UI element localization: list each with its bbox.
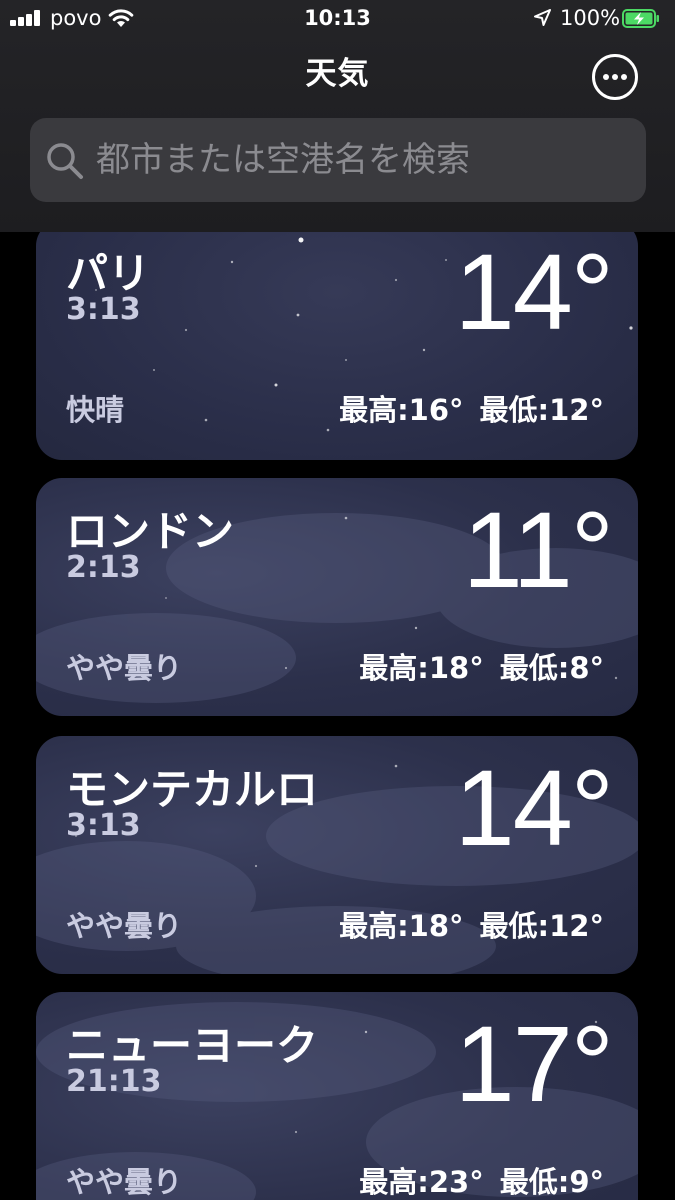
- low-temperature: 最低:12°: [479, 909, 604, 943]
- weather-condition: 快晴: [66, 393, 125, 427]
- high-low-temperature: 最高:18° 最低:12°: [339, 906, 604, 946]
- battery-charging-icon: [622, 9, 659, 28]
- magnifier-icon: [47, 143, 83, 179]
- city-card-monte-carlo[interactable]: モンテカルロ 3:13 14° やや曇り 最高:18° 最低:12°: [36, 736, 638, 974]
- current-temperature: 14°: [454, 231, 614, 352]
- current-temperature: 14°: [454, 747, 614, 868]
- ellipsis-circle-icon: [603, 74, 609, 80]
- current-temperature: 11°: [462, 489, 614, 610]
- high-temperature: 最高:16°: [339, 393, 464, 427]
- low-temperature: 最低:9°: [499, 1165, 604, 1199]
- low-temperature: 最低:8°: [499, 651, 604, 685]
- city-card-london[interactable]: ロンドン 2:13 11° やや曇り 最高:18° 最低:8°: [36, 478, 638, 716]
- header: povo 10:13 100% 天気: [0, 0, 675, 232]
- city-local-time: 3:13: [66, 292, 141, 327]
- more-options-button[interactable]: [592, 54, 638, 100]
- high-low-temperature: 最高:18° 最低:8°: [359, 648, 604, 688]
- city-local-time: 21:13: [66, 1064, 162, 1099]
- ellipsis-dot: [621, 74, 627, 80]
- city-local-time: 3:13: [66, 808, 141, 843]
- high-low-temperature: 最高:23° 最低:9°: [359, 1162, 604, 1200]
- current-temperature: 17°: [454, 1003, 614, 1124]
- low-temperature: 最低:12°: [479, 393, 604, 427]
- status-bar: povo 10:13 100%: [0, 0, 675, 38]
- search-bar[interactable]: [30, 118, 646, 202]
- high-temperature: 最高:23°: [359, 1165, 484, 1199]
- battery-percentage: 100%: [560, 6, 621, 30]
- high-temperature: 最高:18°: [359, 651, 484, 685]
- city-card-new-york[interactable]: ニューヨーク 21:13 17° やや曇り 最高:23° 最低:9°: [36, 992, 638, 1200]
- weather-condition: やや曇り: [66, 909, 183, 943]
- location-arrow-icon: [534, 9, 551, 26]
- weather-condition: やや曇り: [66, 1165, 183, 1199]
- weather-condition: やや曇り: [66, 651, 183, 685]
- page-title: 天気: [305, 56, 370, 92]
- city-local-time: 2:13: [66, 550, 141, 585]
- high-low-temperature: 最高:16° 最低:12°: [339, 390, 604, 430]
- ellipsis-dot: [612, 74, 618, 80]
- high-temperature: 最高:18°: [339, 909, 464, 943]
- search-input[interactable]: [96, 132, 626, 188]
- weather-app-screen: パリ 3:13 14° 快晴 最高:16° 最低:12° ロンドン 2:13 1…: [0, 0, 675, 1200]
- city-card-paris[interactable]: パリ 3:13 14° 快晴 最高:16° 最低:12°: [36, 220, 638, 460]
